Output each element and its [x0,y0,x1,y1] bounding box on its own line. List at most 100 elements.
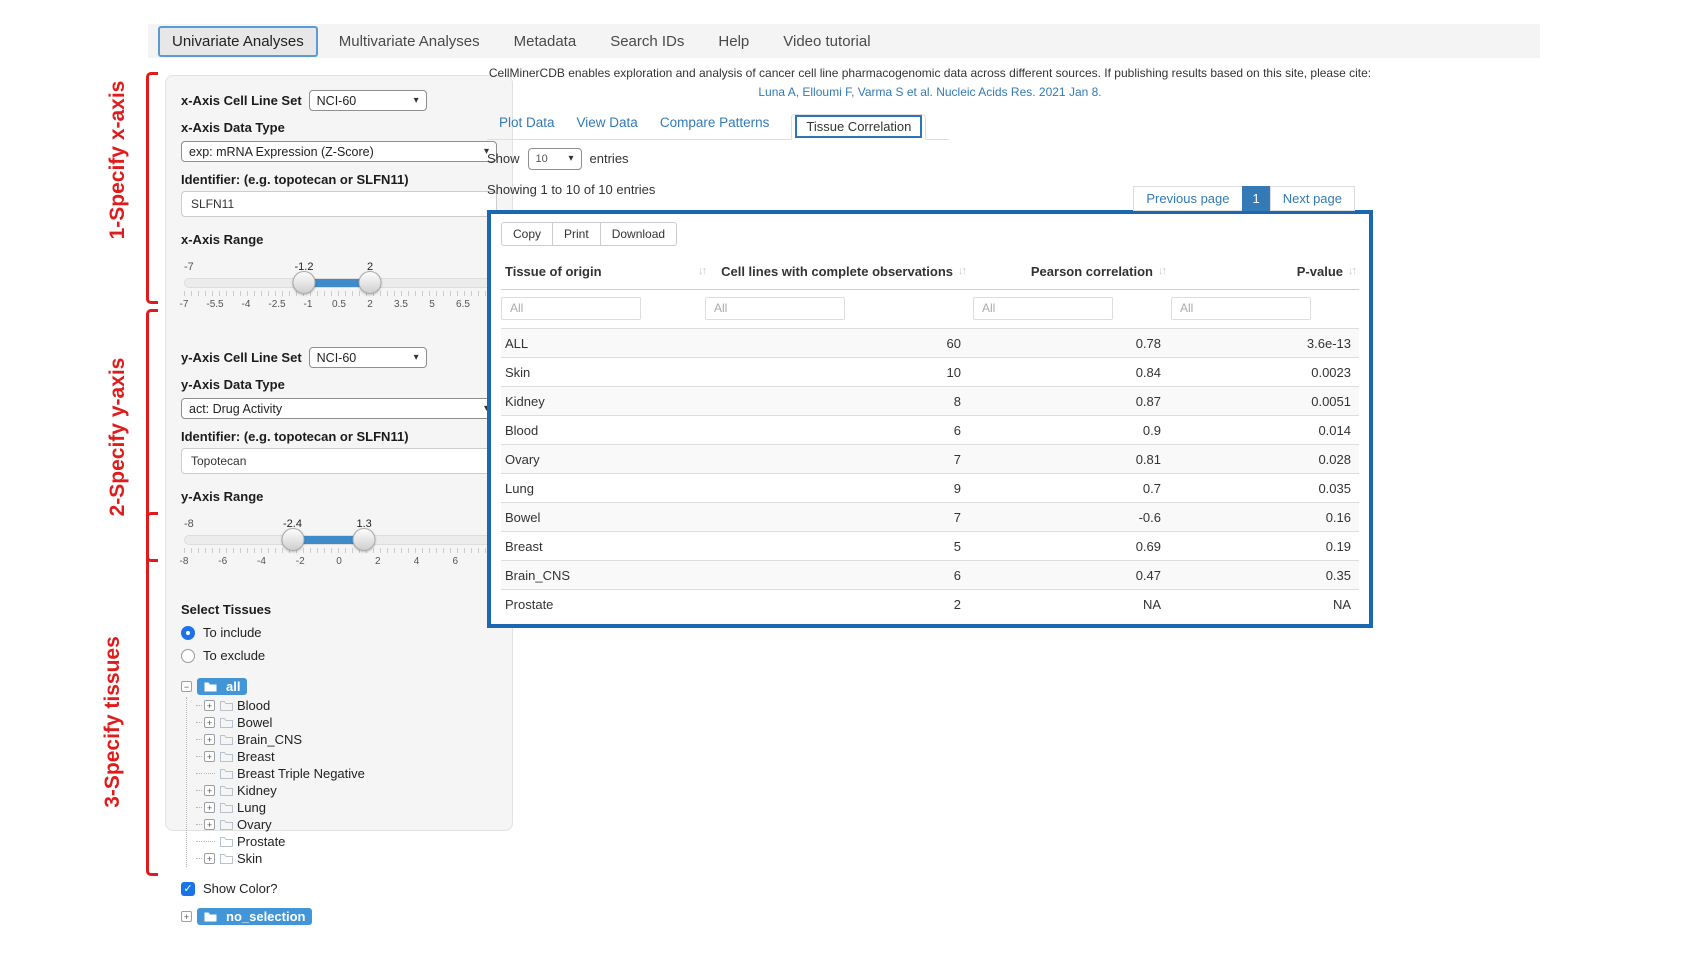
filter-p-value-input[interactable] [1171,297,1311,320]
slider-track[interactable] [184,535,494,545]
tree-node-all[interactable]: all [197,678,247,695]
tree-node-label: Lung [237,800,266,815]
tick-label: -1 [304,299,313,310]
tab-compare-patterns[interactable]: Compare Patterns [660,115,770,130]
folder-icon [220,700,233,711]
previous-page-button[interactable]: Previous page [1133,186,1242,211]
collapse-icon[interactable]: − [181,681,192,692]
tree-node-breast[interactable]: + Breast [196,748,497,765]
citation-link[interactable]: Luna A, Elloumi F, Varma S et al. Nuclei… [487,83,1373,101]
x-axis-data-type-select[interactable]: exp: mRNA Expression (Z-Score) ▾ [181,141,497,162]
sort-icon[interactable]: ↓↑ [958,265,965,277]
column-header-p-value[interactable]: P-value ↓↑ [1165,264,1355,279]
show-color-label: Show Color? [203,881,277,896]
cell-count: 9 [705,481,965,496]
expand-icon[interactable]: + [204,853,215,864]
tick-label: -6 [218,556,227,567]
table-export-buttons: Copy Print Download [501,222,677,246]
x-range-from-handle[interactable] [292,271,315,294]
y-axis-range-slider[interactable]: -8 8 -2.4 1.3 -8 -6 -4 -2 0 2 4 6 8 [184,518,494,570]
y-axis-data-type-select[interactable]: act: Drug Activity ▾ [181,398,497,419]
tree-node-ovary[interactable]: + Ovary [196,816,497,833]
y-range-from-handle[interactable] [281,528,304,551]
cell-count: 5 [705,539,965,554]
radio-selected-icon [181,626,195,640]
to-exclude-label: To exclude [203,648,265,663]
tick-label: -4 [257,556,266,567]
x-axis-data-type-value: exp: mRNA Expression (Z-Score) [189,145,374,159]
nav-tab-metadata[interactable]: Metadata [497,33,594,50]
y-axis-range-label: y-Axis Range [181,489,497,504]
page-1-button[interactable]: 1 [1242,186,1271,211]
x-axis-cell-line-set-select[interactable]: NCI-60 ▾ [309,90,427,111]
column-header-tissue-of-origin[interactable]: Tissue of origin ↓↑ [505,264,705,279]
folder-icon [220,717,233,728]
sort-icon[interactable]: ↓↑ [698,265,705,277]
nav-tab-search-ids[interactable]: Search IDs [593,33,701,50]
expand-icon[interactable]: + [204,734,215,745]
sort-icon[interactable]: ↓↑ [1158,265,1165,277]
expand-icon[interactable]: + [204,700,215,711]
to-exclude-radio[interactable]: To exclude [181,648,497,663]
x-axis-identifier-input[interactable] [181,191,497,217]
filter-pearson-input[interactable] [973,297,1113,320]
tree-node-brain-cns[interactable]: + Brain_CNS [196,731,497,748]
column-header-label: Tissue of origin [505,264,602,279]
filter-tissue-input[interactable] [501,297,641,320]
y-range-to-handle[interactable] [353,528,376,551]
tree-node-label: Breast [237,749,275,764]
copy-button[interactable]: Copy [501,222,553,246]
tree-node-skin[interactable]: + Skin [196,850,497,867]
x-axis-range-label: x-Axis Range [181,232,497,247]
cell-p-value: 0.014 [1165,423,1355,438]
expand-icon[interactable]: + [204,785,215,796]
tree-node-lung[interactable]: + Lung [196,799,497,816]
tree-node-blood[interactable]: + Blood [196,697,497,714]
expand-icon[interactable]: + [204,717,215,728]
y-axis-cell-line-set-select[interactable]: NCI-60 ▾ [309,347,427,368]
entries-count-select[interactable]: 10 ▾ [528,148,582,170]
tree-node-label: Ovary [237,817,272,832]
tree-node-breast-triple-negative[interactable]: Breast Triple Negative [196,765,497,782]
tab-tissue-correlation[interactable]: Tissue Correlation [791,114,926,140]
folder-icon [204,681,217,692]
tree-node-bowel[interactable]: + Bowel [196,714,497,731]
nav-tab-help[interactable]: Help [701,33,766,50]
cell-tissue: ALL [505,336,705,351]
nav-tab-video-tutorial[interactable]: Video tutorial [766,33,887,50]
print-button[interactable]: Print [552,222,601,246]
x-axis-range-slider[interactable]: -7 8 -1.2 2 -7 -5.5 -4 -2.5 -1 0.5 2 3.5… [184,261,494,313]
column-header-cell-lines[interactable]: Cell lines with complete observations ↓↑ [705,264,965,279]
sort-icon[interactable]: ↓↑ [1348,265,1355,277]
cell-tissue: Brain_CNS [505,568,705,583]
tick-label: -4 [242,299,251,310]
next-page-button[interactable]: Next page [1270,186,1355,211]
slider-track[interactable] [184,278,494,288]
y-axis-data-type-value: act: Drug Activity [189,402,282,416]
tree-node-kidney[interactable]: + Kidney [196,782,497,799]
y-axis-identifier-input[interactable] [181,448,497,474]
nav-tab-multivariate-analyses[interactable]: Multivariate Analyses [322,33,497,50]
expand-icon[interactable]: + [204,802,215,813]
tab-plot-data[interactable]: Plot Data [499,115,555,130]
download-button[interactable]: Download [600,222,677,246]
nav-tab-univariate-analyses[interactable]: Univariate Analyses [158,26,318,57]
cell-pearson: 0.47 [965,568,1165,583]
tree-connector [204,773,215,775]
cell-count: 10 [705,365,965,380]
x-range-to-handle[interactable] [359,271,382,294]
radio-unselected-icon [181,649,195,663]
expand-icon[interactable]: + [181,911,192,922]
tree-node-prostate[interactable]: Prostate [196,833,497,850]
expand-icon[interactable]: + [204,819,215,830]
show-color-checkbox[interactable]: ✓ Show Color? [181,881,497,896]
expand-icon[interactable]: + [204,751,215,762]
column-header-pearson-correlation[interactable]: Pearson correlation ↓↑ [965,264,1165,279]
tree-node-no-selection[interactable]: no_selection [197,908,312,925]
cell-pearson: 0.69 [965,539,1165,554]
filter-cell-lines-input[interactable] [705,297,845,320]
tab-view-data[interactable]: View Data [577,115,638,130]
cell-p-value: 0.19 [1165,539,1355,554]
to-include-radio[interactable]: To include [181,625,497,640]
table-row: Skin 10 0.84 0.0023 [501,357,1359,386]
